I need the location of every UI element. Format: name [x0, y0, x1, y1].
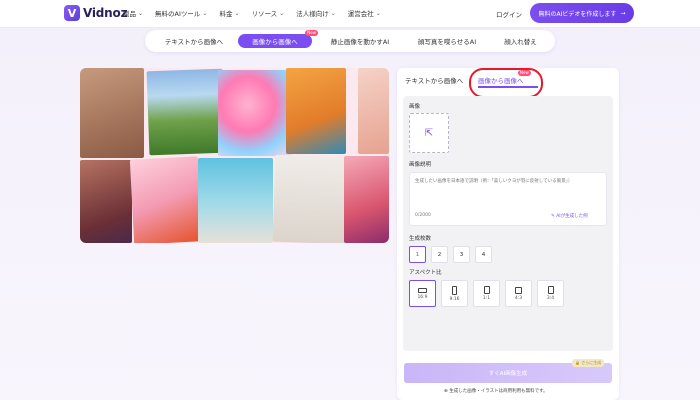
menu-company[interactable]: 運営会社 ⌄	[348, 8, 381, 19]
count-option-4[interactable]: 4	[475, 246, 492, 263]
tab-text-to-image[interactable]: テキストから画像へ	[155, 34, 233, 48]
chevron-down-icon: ⌄	[279, 9, 285, 17]
image-upload-box[interactable]: ⇱	[409, 113, 449, 153]
ratio-4-3-icon	[515, 286, 522, 294]
highlight-circle	[469, 68, 543, 98]
login-link[interactable]: ログイン	[496, 9, 522, 19]
new-badge: New	[305, 30, 318, 36]
tool-tabs: テキストから画像へ 画像から画像へ New 静止画像を動かすAI 顔写真を喋らせ…	[145, 30, 555, 52]
aspect-ratio-label: アスペクト比	[409, 270, 442, 276]
panel-tab-text-to-image[interactable]: テキストから画像へ	[405, 75, 463, 85]
menu-products[interactable]: 製品 ⌄	[123, 8, 144, 19]
form-area: 画像 ⇱ 画像説明 0/2000 ✎ AIが生成した例 生成枚数 1 2 3 4…	[403, 96, 613, 351]
smiling-woman-sample-image	[344, 156, 389, 243]
create-free-video-button[interactable]: 無料のAIビデオを作成します →	[530, 3, 634, 23]
description-label: 画像説明	[409, 162, 432, 168]
ai-example-link[interactable]: ✎ AIが生成した例	[551, 213, 588, 219]
character-counter: 0/2000	[415, 213, 431, 218]
ratio-option-1-1[interactable]: 1:1	[473, 280, 500, 307]
tab-image-to-image[interactable]: 画像から画像へ New	[238, 30, 318, 48]
more-generations-tag[interactable]: 🔒 さらに生成	[572, 359, 605, 367]
count-label: 生成枚数	[409, 236, 432, 242]
jumping-woman-sample-image	[198, 158, 273, 243]
count-option-1[interactable]: 1	[409, 246, 426, 263]
ratio-9-16-icon	[452, 285, 457, 295]
ratio-16-9-icon	[418, 287, 427, 293]
red-hair-woman-sample-image	[286, 68, 346, 154]
commercial-use-note: ⊕ 生成した画像・イラストは商用利用も無料です。	[444, 389, 548, 394]
couple-sample-image	[80, 160, 132, 243]
ratio-option-9-16[interactable]: 9:16	[441, 280, 468, 307]
chevron-down-icon: ⌄	[375, 9, 381, 17]
logo-mark-icon: V	[64, 5, 80, 21]
tab-talking-photo[interactable]: 顔写真を喋らせるAI	[407, 34, 487, 48]
chevron-down-icon: ⌄	[234, 9, 240, 17]
chevron-down-icon: ⌄	[330, 9, 336, 17]
menu-business[interactable]: 法人様向け ⌄	[296, 8, 336, 19]
ratio-option-3-4[interactable]: 3:4	[537, 280, 564, 307]
partial-sample-image	[358, 68, 389, 154]
ratio-option-16-9[interactable]: 16:9	[409, 280, 436, 307]
top-nav: V Vidnoz 製品 ⌄ 無料のAIツール ⌄ 料金 ⌄ リソース ⌄ 法人様向け ⌄ …	[0, 0, 700, 28]
menu-resources[interactable]: リソース ⌄	[251, 8, 285, 19]
menu-free-ai-tools[interactable]: 無料のAIツール ⌄	[155, 8, 208, 19]
arrow-right-icon: →	[620, 9, 626, 17]
dancing-woman-sample-image	[129, 156, 203, 243]
generator-panel: テキストから画像へ 画像から画像へ New 画像 ⇱ 画像説明 0/2000 ✎…	[397, 68, 619, 400]
image-label: 画像	[409, 104, 421, 110]
tab-face-swap[interactable]: 顔入れ替え	[493, 34, 548, 48]
tab-animate-photo[interactable]: 静止画像を動かすAI	[320, 34, 400, 48]
portrait-sample-image	[80, 68, 144, 158]
abstract-shapes-sample-image	[218, 70, 292, 156]
baby-sample-image	[272, 154, 350, 243]
menu-pricing[interactable]: 料金 ⌄	[219, 8, 240, 19]
count-option-2[interactable]: 2	[431, 246, 448, 263]
chevron-down-icon: ⌄	[138, 9, 144, 17]
meadow-sample-image	[146, 68, 226, 156]
ratio-1-1-icon	[483, 286, 490, 294]
vidnoz-logo[interactable]: V Vidnoz	[64, 5, 128, 21]
ratio-3-4-icon	[547, 286, 554, 294]
ratio-option-4-3[interactable]: 4:3	[505, 280, 532, 307]
upload-image-icon: ⇱	[424, 127, 434, 139]
chevron-down-icon: ⌄	[202, 9, 208, 17]
main-menu: 製品 ⌄ 無料のAIツール ⌄ 料金 ⌄ リソース ⌄ 法人様向け ⌄ 運営会社 ⌄	[123, 8, 381, 19]
count-option-3[interactable]: 3	[453, 246, 470, 263]
logo-text: Vidnoz	[83, 6, 128, 20]
sample-image-collage	[80, 68, 389, 243]
